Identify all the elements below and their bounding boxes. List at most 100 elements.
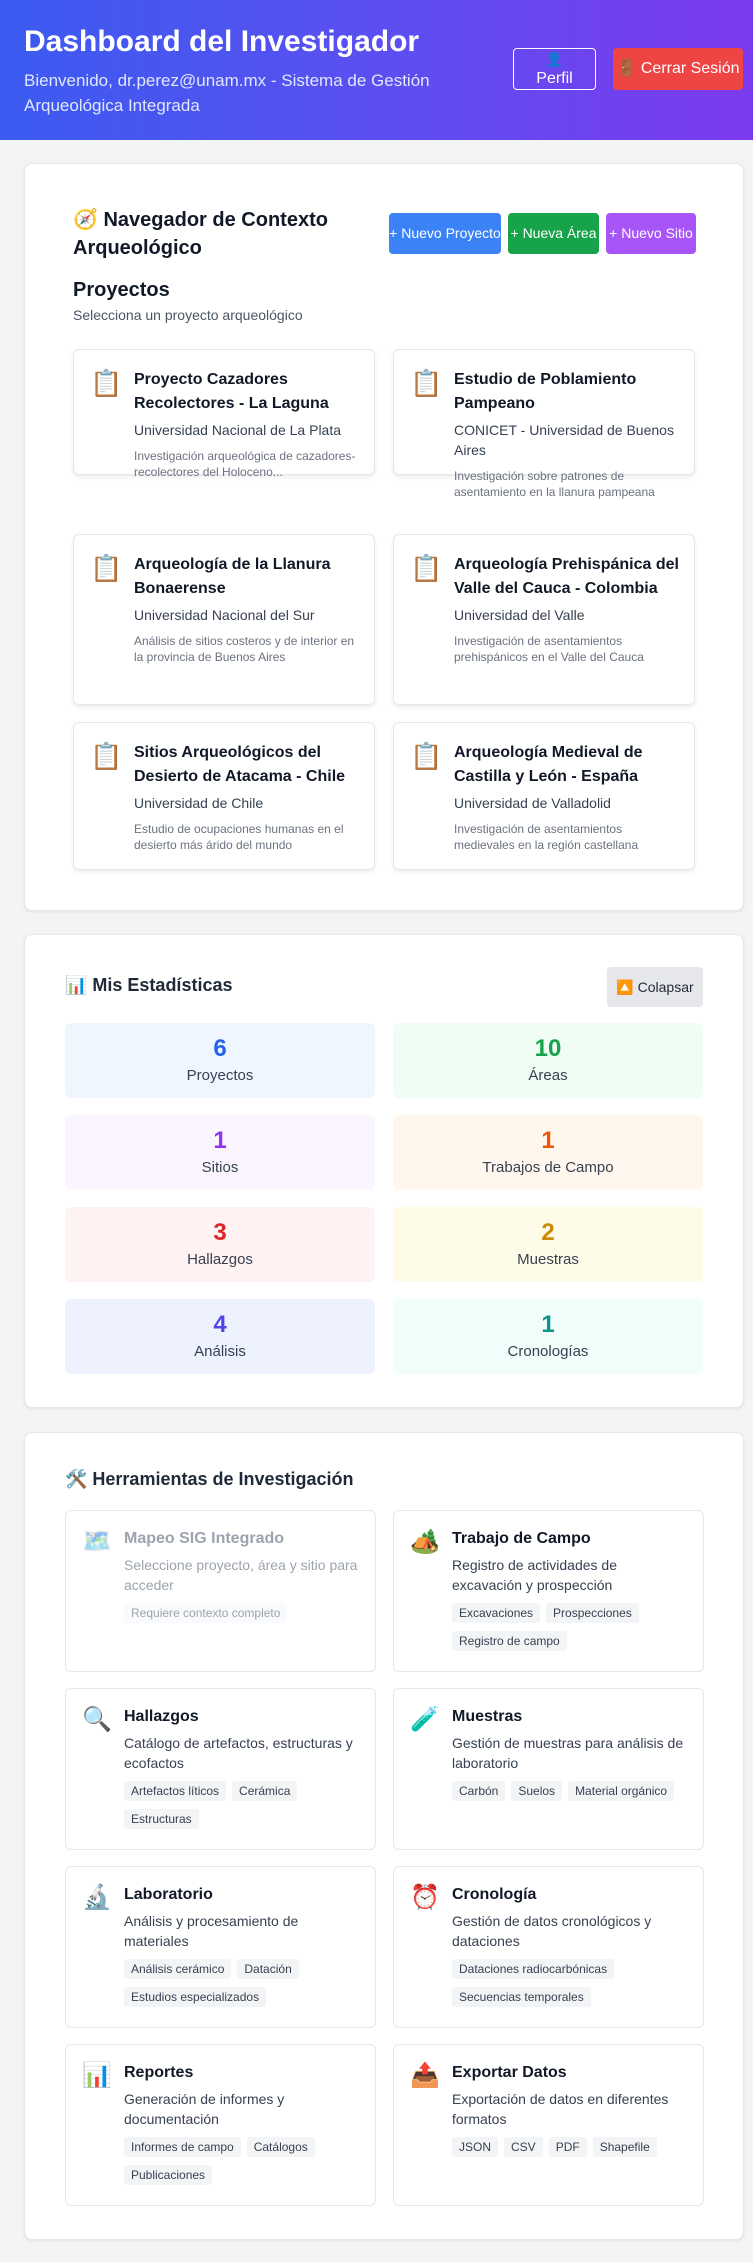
project-description: Estudio de ocupaciones humanas en el des… [134, 822, 344, 852]
new-project-button[interactable]: + Nuevo Proyecto [389, 213, 501, 254]
tool-tag: Análisis cerámico [124, 1959, 232, 1979]
project-card[interactable]: 📋 Arqueología de la Llanura Bonaerense U… [73, 534, 375, 705]
stat-value: 1 [541, 1127, 555, 1154]
tool-name: Reportes [124, 2064, 194, 2081]
project-institution: Universidad de Valladolid [454, 795, 611, 811]
tool-description: Exportación de datos en diferentes forma… [452, 2091, 669, 2127]
tool-tag: Dataciones radiocarbónicas [452, 1959, 615, 1979]
tool-tag: Prospecciones [546, 1603, 639, 1623]
logout-button-label: Cerrar Sesión [640, 60, 740, 77]
statistics-title: 📊 Mis Estadísticas [65, 975, 233, 995]
magnifier-icon: 🔍 [82, 1706, 112, 1733]
tool-name: Mapeo SIG Integrado [124, 1530, 285, 1547]
door-icon: 🚪 [616, 60, 637, 77]
tool-tag: Material orgánico [568, 1781, 675, 1801]
stat-areas: 10 Áreas [393, 1023, 703, 1098]
microscope-icon: 🔬 [82, 1884, 112, 1911]
tool-tag: Datación [237, 1959, 299, 1979]
tool-findings[interactable]: 🔍 Hallazgos Catálogo de artefactos, estr… [65, 1688, 376, 1850]
project-name: Arqueología Prehispánica del Valle del C… [454, 556, 679, 597]
stat-value: 3 [213, 1219, 227, 1246]
profile-button[interactable]: 👤 Perfil [513, 48, 596, 90]
camping-icon: 🏕️ [410, 1528, 440, 1555]
tool-tags: Artefactos líticos Cerámica Estructuras [124, 1781, 361, 1829]
stat-findings: 3 Hallazgos [65, 1207, 375, 1282]
project-name: Sitios Arqueológicos del Desierto de Ata… [134, 744, 346, 785]
test-tube-icon: 🧪 [410, 1706, 440, 1733]
collapse-button[interactable]: 🔼 Colapsar [607, 967, 703, 1007]
stat-label: Muestras [517, 1251, 579, 1268]
project-card[interactable]: 📋 Estudio de Poblamiento Pampeano CONICE… [393, 349, 695, 499]
tool-tag: Secuencias temporales [452, 1987, 591, 2007]
project-institution: Universidad Nacional del Sur [134, 607, 315, 623]
project-description: Investigación arqueológica de cazadores-… [134, 449, 356, 479]
tool-description: Análisis y procesamiento de materiales [124, 1913, 299, 1949]
tool-samples[interactable]: 🧪 Muestras Gestión de muestras para anál… [393, 1688, 704, 1850]
project-name: Proyecto Cazadores Recolectores - La Lag… [134, 371, 329, 412]
project-description: Investigación de asentamientos prehispán… [454, 634, 644, 664]
tool-description: Gestión de datos cronológicos y datacion… [452, 1913, 652, 1949]
stat-label: Trabajos de Campo [482, 1159, 614, 1176]
new-area-button[interactable]: + Nueva Área [508, 213, 599, 254]
stat-label: Sitios [201, 1159, 239, 1176]
tool-chronology[interactable]: ⏰ Cronología Gestión de datos cronológic… [393, 1866, 704, 2028]
stat-analysis: 4 Análisis [65, 1299, 375, 1374]
tool-name: Muestras [452, 1708, 523, 1725]
clipboard-icon: 📋 [90, 553, 123, 583]
tools-title: 🛠️ Herramientas de Investigación [65, 1469, 354, 1489]
project-card[interactable]: 📋 Sitios Arqueológicos del Desierto de A… [73, 722, 375, 870]
tool-fieldwork[interactable]: 🏕️ Trabajo de Campo Registro de activida… [393, 1510, 704, 1672]
tool-reports[interactable]: 📊 Reportes Generación de informes y docu… [65, 2044, 376, 2206]
project-name: Estudio de Poblamiento Pampeano [454, 371, 637, 412]
tool-name: Laboratorio [124, 1886, 213, 1903]
logout-button[interactable]: 🚪 Cerrar Sesión [613, 48, 743, 90]
projects-subheading: Selecciona un proyecto arqueológico [73, 307, 303, 323]
welcome-subtitle: Bienvenido, dr.perez@unam.mx - Sistema d… [24, 71, 430, 115]
tool-tags: Carbón Suelos Material orgánico [452, 1781, 689, 1801]
new-site-button[interactable]: + Nuevo Sitio [606, 213, 696, 254]
tool-tag: Catálogos [246, 2137, 315, 2157]
project-description: Investigación sobre patrones de asentami… [454, 469, 655, 499]
project-card[interactable]: 📋 Arqueología Medieval de Castilla y Leó… [393, 722, 695, 870]
tool-tag: Estudios especializados [124, 1987, 267, 2007]
tool-tags: Excavaciones Prospecciones Registro de cam… [452, 1603, 689, 1651]
tool-name: Hallazgos [124, 1708, 199, 1725]
project-name: Arqueología de la Llanura Bonaerense [134, 556, 331, 597]
tool-export-data[interactable]: 📤 Exportar Datos Exportación de datos en… [393, 2044, 704, 2206]
project-card[interactable]: 📋 Proyecto Cazadores Recolectores - La L… [73, 349, 375, 479]
stat-value: 1 [541, 1311, 555, 1338]
project-name: Arqueología Medieval de Castilla y León … [454, 744, 643, 785]
map-icon: 🗺️ [82, 1528, 112, 1555]
tool-tag: Requiere contexto completo [124, 1603, 288, 1623]
stat-value: 6 [213, 1035, 227, 1062]
project-description: Investigación de asentamientos medievale… [454, 822, 639, 852]
tool-tag: Estructuras [124, 1809, 199, 1829]
tool-tag: JSON [452, 2137, 499, 2157]
tool-tags: Requiere contexto completo [124, 1603, 361, 1623]
bar-chart-icon: 📊 [82, 2062, 112, 2089]
stat-chronologies: 1 Cronologías [393, 1299, 703, 1374]
profile-button-label: Perfil [536, 70, 573, 87]
tool-laboratory[interactable]: 🔬 Laboratorio Análisis y procesamiento d… [65, 1866, 376, 2028]
stat-value: 4 [213, 1311, 227, 1338]
tool-description: Catálogo de artefactos, estructuras y ec… [124, 1735, 353, 1771]
tool-tag: Informes de campo [124, 2137, 241, 2157]
tool-tag: Publicaciones [124, 2165, 213, 2185]
project-institution: Universidad del Valle [454, 607, 585, 623]
stat-label: Cronologías [507, 1343, 589, 1360]
context-navigator-panel: 🧭 Navegador de Contexto Arqueológico + N… [24, 163, 744, 911]
research-tools-panel: 🛠️ Herramientas de Investigación 🗺️ Mape… [24, 1432, 744, 2240]
clipboard-icon: 📋 [410, 741, 443, 771]
clipboard-icon: 📋 [410, 368, 443, 398]
tool-description: Gestión de muestras para análisis de lab… [452, 1735, 684, 1771]
project-card[interactable]: 📋 Arqueología Prehispánica del Valle del… [393, 534, 695, 705]
tool-tags: Dataciones radiocarbónicas Secuencias tem… [452, 1959, 689, 2007]
tool-tag: Excavaciones [452, 1603, 541, 1623]
tool-tags: Análisis cerámico Datación Estudios especi… [124, 1959, 361, 2007]
project-institution: Universidad Nacional de La Plata [134, 422, 342, 438]
page-header: Dashboard del Investigador Bienvenido, d… [0, 0, 753, 140]
project-institution: CONICET - Universidad de Buenos Aires [454, 422, 674, 458]
stat-samples: 2 Muestras [393, 1207, 703, 1282]
tool-description: Registro de actividades de excavación y … [452, 1557, 617, 1593]
user-icon: 👤 [545, 51, 564, 67]
